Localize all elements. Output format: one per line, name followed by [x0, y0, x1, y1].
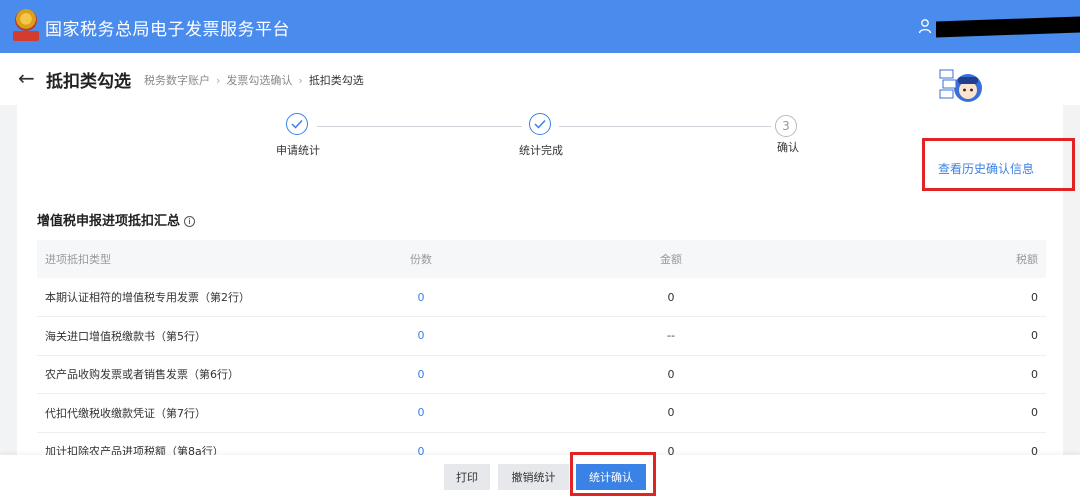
step-progress: 申请统计 统计完成 3 确认 — [17, 105, 1063, 165]
row-type: 海关进口增值税缴款书（第5行） — [37, 316, 296, 356]
row-type: 农产品收购发票或者销售发票（第6行） — [37, 355, 296, 394]
row-count-link[interactable]: 0 — [296, 355, 546, 394]
page-header: ← 抵扣类勾选 税务数字账户 › 发票勾选确认 › 抵扣类勾选 — [0, 53, 1080, 105]
action-footer: 打印 撤销统计 统计确认 — [0, 452, 1080, 501]
section-title-text: 增值税申报进项抵扣汇总 — [37, 214, 181, 229]
table-row: 农产品收购发票或者销售发票（第6行） 0 0 0 — [37, 355, 1046, 394]
row-tax: 0 — [796, 278, 1046, 317]
breadcrumb-current: 抵扣类勾选 — [308, 74, 364, 87]
deduction-summary-table: 进项抵扣类型 份数 金额 税额 本期认证相符的增值税专用发票（第2行） 0 0 … — [37, 240, 1046, 471]
step-label: 统计完成 — [519, 144, 563, 157]
step-connector — [317, 126, 522, 127]
app-title: 国家税务总局电子发票服务平台 — [45, 20, 290, 40]
column-header: 金额 — [660, 253, 682, 266]
row-type: 代扣代缴税收缴款凭证（第7行） — [37, 393, 296, 433]
step-done-check-icon — [529, 113, 551, 135]
tax-emblem-icon — [13, 9, 39, 43]
top-bar: 国家税务总局电子发票服务平台 — [0, 0, 1080, 53]
breadcrumb: 税务数字账户 › 发票勾选确认 › 抵扣类勾选 — [144, 72, 364, 88]
table-row: 代扣代缴税收缴款凭证（第7行） 0 0 0 — [37, 393, 1046, 433]
row-count-link[interactable]: 0 — [296, 278, 546, 317]
step-connector — [559, 126, 771, 127]
back-arrow-icon[interactable]: ← — [18, 66, 35, 90]
column-header: 份数 — [410, 253, 432, 266]
row-amount: 0 — [546, 355, 796, 394]
row-tax: 0 — [796, 355, 1046, 394]
row-amount: -- — [546, 316, 796, 356]
username-redacted[interactable] — [936, 16, 1080, 38]
assistant-mascot-icon[interactable] — [938, 64, 984, 108]
breadcrumb-item[interactable]: 发票勾选确认 — [226, 74, 292, 87]
chevron-right-icon: › — [298, 74, 303, 87]
step-done-check-icon — [286, 113, 308, 135]
row-amount: 0 — [546, 278, 796, 317]
table-row: 海关进口增值税缴款书（第5行） 0 -- 0 — [37, 316, 1046, 356]
page-title: 抵扣类勾选 — [46, 72, 131, 92]
section-title: 增值税申报进项抵扣汇总 i — [37, 210, 196, 229]
table-header-row: 进项抵扣类型 份数 金额 税额 — [37, 240, 1046, 278]
info-icon[interactable]: i — [184, 216, 196, 227]
step-label: 申请统计 — [276, 144, 320, 157]
column-header: 税额 — [1016, 253, 1038, 266]
row-tax: 0 — [796, 393, 1046, 433]
row-tax: 0 — [796, 316, 1046, 356]
row-count-link[interactable]: 0 — [296, 316, 546, 356]
step-number: 3 — [775, 115, 797, 137]
row-count-link[interactable]: 0 — [296, 393, 546, 433]
user-icon[interactable] — [918, 18, 932, 34]
row-amount: 0 — [546, 393, 796, 433]
chevron-right-icon: › — [216, 74, 221, 87]
step-label: 确认 — [777, 141, 799, 154]
column-header: 进项抵扣类型 — [45, 253, 111, 266]
breadcrumb-item[interactable]: 税务数字账户 — [144, 74, 210, 87]
cancel-statistics-button[interactable]: 撤销统计 — [498, 464, 569, 490]
highlight-box — [570, 452, 656, 496]
row-type: 本期认证相符的增值税专用发票（第2行） — [37, 278, 296, 317]
print-button[interactable]: 打印 — [444, 464, 490, 490]
table-row: 本期认证相符的增值税专用发票（第2行） 0 0 0 — [37, 278, 1046, 317]
view-history-link[interactable]: 查看历史确认信息 — [938, 160, 1034, 177]
